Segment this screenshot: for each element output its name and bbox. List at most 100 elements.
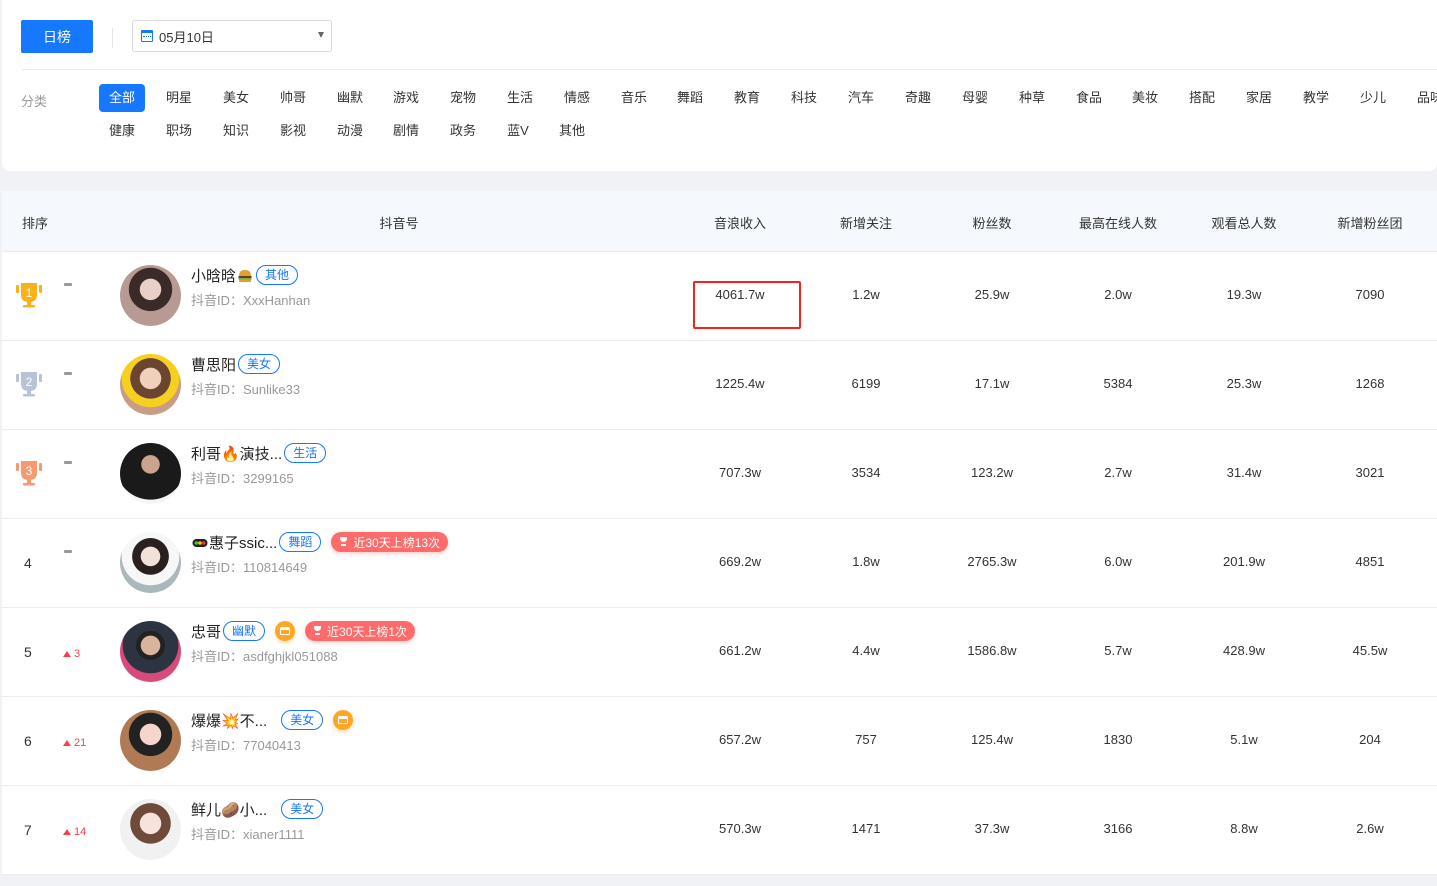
cell-peak-online: 3166	[1103, 821, 1133, 836]
rank-change-value: 21	[74, 737, 87, 749]
date-picker[interactable]: 05月10日	[132, 20, 332, 52]
cell-new-follows: 3534	[851, 465, 881, 480]
avatar[interactable]	[120, 354, 181, 415]
category-tag: 舞蹈	[279, 532, 322, 552]
category-item[interactable]: 科技	[781, 84, 827, 112]
header-new-fan-club[interactable]: 新增粉丝团	[1337, 213, 1402, 232]
avatar[interactable]	[120, 443, 181, 504]
cell-total-viewers: 31.4w	[1226, 465, 1262, 480]
hamburger-emoji-icon	[236, 266, 254, 283]
douyin-id: 抖音ID：110814649	[191, 557, 307, 576]
table-row[interactable]: 3 利哥🔥演技... 生活 抖音ID：3299165 707.3w 3534 123.2w…	[2, 430, 1437, 519]
header-total-viewers[interactable]: 观看总人数	[1211, 213, 1276, 232]
category-item[interactable]: 母婴	[952, 84, 998, 112]
header-new-follows[interactable]: 新增关注	[840, 213, 892, 232]
douyin-id-value: 110814649	[243, 560, 308, 575]
hot-ranking-badge: 近30天上榜13次	[331, 532, 449, 552]
table-row[interactable]: 1 小晗晗 其他 抖音ID：XxxHanhan 4061.7w 1.2w 25.9w 2.0…	[2, 252, 1437, 341]
nickname[interactable]: 惠子ssic...	[209, 532, 277, 553]
category-item[interactable]: 其他	[549, 117, 595, 145]
avatar[interactable]	[120, 532, 181, 593]
shop-icon[interactable]	[275, 621, 296, 641]
category-item[interactable]: 幽默	[327, 84, 373, 112]
category-item[interactable]: 舞蹈	[667, 84, 713, 112]
category-item[interactable]: 汽车	[838, 84, 884, 112]
cell-income: 4061.7w	[715, 287, 765, 302]
category-item[interactable]: 宠物	[440, 84, 486, 112]
category-item[interactable]: 品味	[1407, 84, 1437, 112]
avatar[interactable]	[120, 799, 181, 860]
table-header: 排序 抖音号 音浪收入 新增关注 粉丝数 最高在线人数 观看总人数 新增粉丝团	[2, 191, 1437, 252]
category-item[interactable]: 知识	[213, 117, 259, 145]
cell-income: 669.2w	[719, 554, 761, 569]
category-item[interactable]: 教育	[724, 84, 770, 112]
header-income[interactable]: 音浪收入	[714, 213, 766, 232]
avatar[interactable]	[120, 621, 181, 682]
category-active-item[interactable]: 全部	[98, 84, 146, 112]
douyin-id-prefix: 抖音ID：	[191, 649, 244, 664]
shop-icon[interactable]	[333, 710, 354, 730]
category-item[interactable]: 政务	[440, 117, 486, 145]
avatar[interactable]	[120, 265, 181, 326]
category-item[interactable]: 蓝V	[497, 117, 539, 145]
avatar[interactable]	[120, 710, 181, 771]
table-row[interactable]: 4 惠子ssic... 舞蹈 近30天上榜13次抖音ID：110814649 669.2…	[2, 519, 1437, 608]
category-item[interactable]: 音乐	[611, 84, 657, 112]
account-name-line: 利哥🔥演技... 生活	[191, 442, 327, 464]
nickname[interactable]: 爆爆💥不...	[191, 710, 267, 731]
trophy-silver-icon: 2	[14, 369, 44, 399]
nickname[interactable]: 忠哥	[191, 621, 221, 642]
header-peak-online[interactable]: 最高在线人数	[1079, 213, 1157, 232]
category-tag: 其他	[256, 265, 299, 285]
category-item[interactable]: 美女	[213, 84, 259, 112]
cell-total-viewers: 19.3w	[1226, 287, 1262, 302]
cell-fans: 25.9w	[974, 287, 1010, 302]
table-row[interactable]: 2 曹思阳 美女 抖音ID：Sunlike33 1225.4w 6199 17.1w 538…	[2, 341, 1437, 430]
category-item[interactable]: 职场	[156, 117, 202, 145]
category-item[interactable]: 游戏	[383, 84, 429, 112]
douyin-id-value: XxxHanhan	[243, 293, 311, 308]
table-row[interactable]: 5 3 忠哥 幽默 近30天上榜1次 抖音ID：asdfghjkl051088 661.2w…	[2, 608, 1437, 697]
nickname[interactable]: 利哥🔥演技...	[191, 443, 282, 464]
account-name-line: 忠哥 幽默 近30天上榜1次	[191, 620, 416, 642]
ranking-table: 排序 抖音号 音浪收入 新增关注 粉丝数 最高在线人数 观看总人数 新增粉丝团 …	[2, 191, 1437, 875]
rank-number: 5	[24, 644, 32, 660]
table-row[interactable]: 6 21 爆爆💥不... 美女 抖音ID：77040413 657.2w 757 125.4w…	[2, 697, 1437, 786]
cell-fans: 123.2w	[971, 465, 1013, 480]
rank-unchanged-icon	[64, 461, 72, 464]
category-item[interactable]: 搭配	[1179, 84, 1225, 112]
cell-peak-online: 2.7w	[1104, 465, 1132, 480]
daily-rank-button[interactable]: 日榜	[21, 20, 93, 53]
category-item[interactable]: 生活	[497, 84, 543, 112]
account-name-line: 鲜儿🥔小... 美女	[191, 798, 324, 820]
category-item[interactable]: 种草	[1009, 84, 1055, 112]
category-item[interactable]: 教学	[1293, 84, 1339, 112]
douyin-id-prefix: 抖音ID：	[191, 382, 244, 397]
rank-number: 4	[24, 555, 32, 571]
nickname[interactable]: 鲜儿🥔小...	[191, 799, 267, 820]
cell-total-viewers: 428.9w	[1223, 643, 1265, 658]
category-item[interactable]: 动漫	[327, 117, 373, 145]
category-item[interactable]: 美妆	[1122, 84, 1168, 112]
category-item[interactable]: 情感	[554, 84, 600, 112]
header-fans[interactable]: 粉丝数	[972, 213, 1011, 232]
cell-fans: 37.3w	[974, 821, 1010, 836]
table-row[interactable]: 7 14 鲜儿🥔小... 美女 抖音ID：xianer1111 570.3w 1471 37.…	[2, 786, 1437, 875]
category-item[interactable]: 健康	[99, 117, 145, 145]
category-item[interactable]: 剧情	[383, 117, 429, 145]
cell-new-fan-club: 3021	[1355, 465, 1385, 480]
hot-ranking-text: 近30天上榜1次	[327, 624, 408, 639]
category-item[interactable]: 少儿	[1350, 84, 1396, 112]
douyin-id-prefix: 抖音ID：	[191, 738, 244, 753]
douyin-id: 抖音ID：3299165	[191, 468, 294, 487]
douyin-id-value: 77040413	[243, 738, 301, 753]
nickname[interactable]: 小晗晗	[191, 265, 236, 286]
category-item[interactable]: 明星	[156, 84, 202, 112]
cell-total-viewers: 201.9w	[1223, 554, 1265, 569]
category-item[interactable]: 影视	[270, 117, 316, 145]
category-item[interactable]: 食品	[1066, 84, 1112, 112]
nickname[interactable]: 曹思阳	[191, 354, 236, 375]
category-item[interactable]: 家居	[1236, 84, 1282, 112]
category-item[interactable]: 奇趣	[895, 84, 941, 112]
category-item[interactable]: 帅哥	[270, 84, 316, 112]
